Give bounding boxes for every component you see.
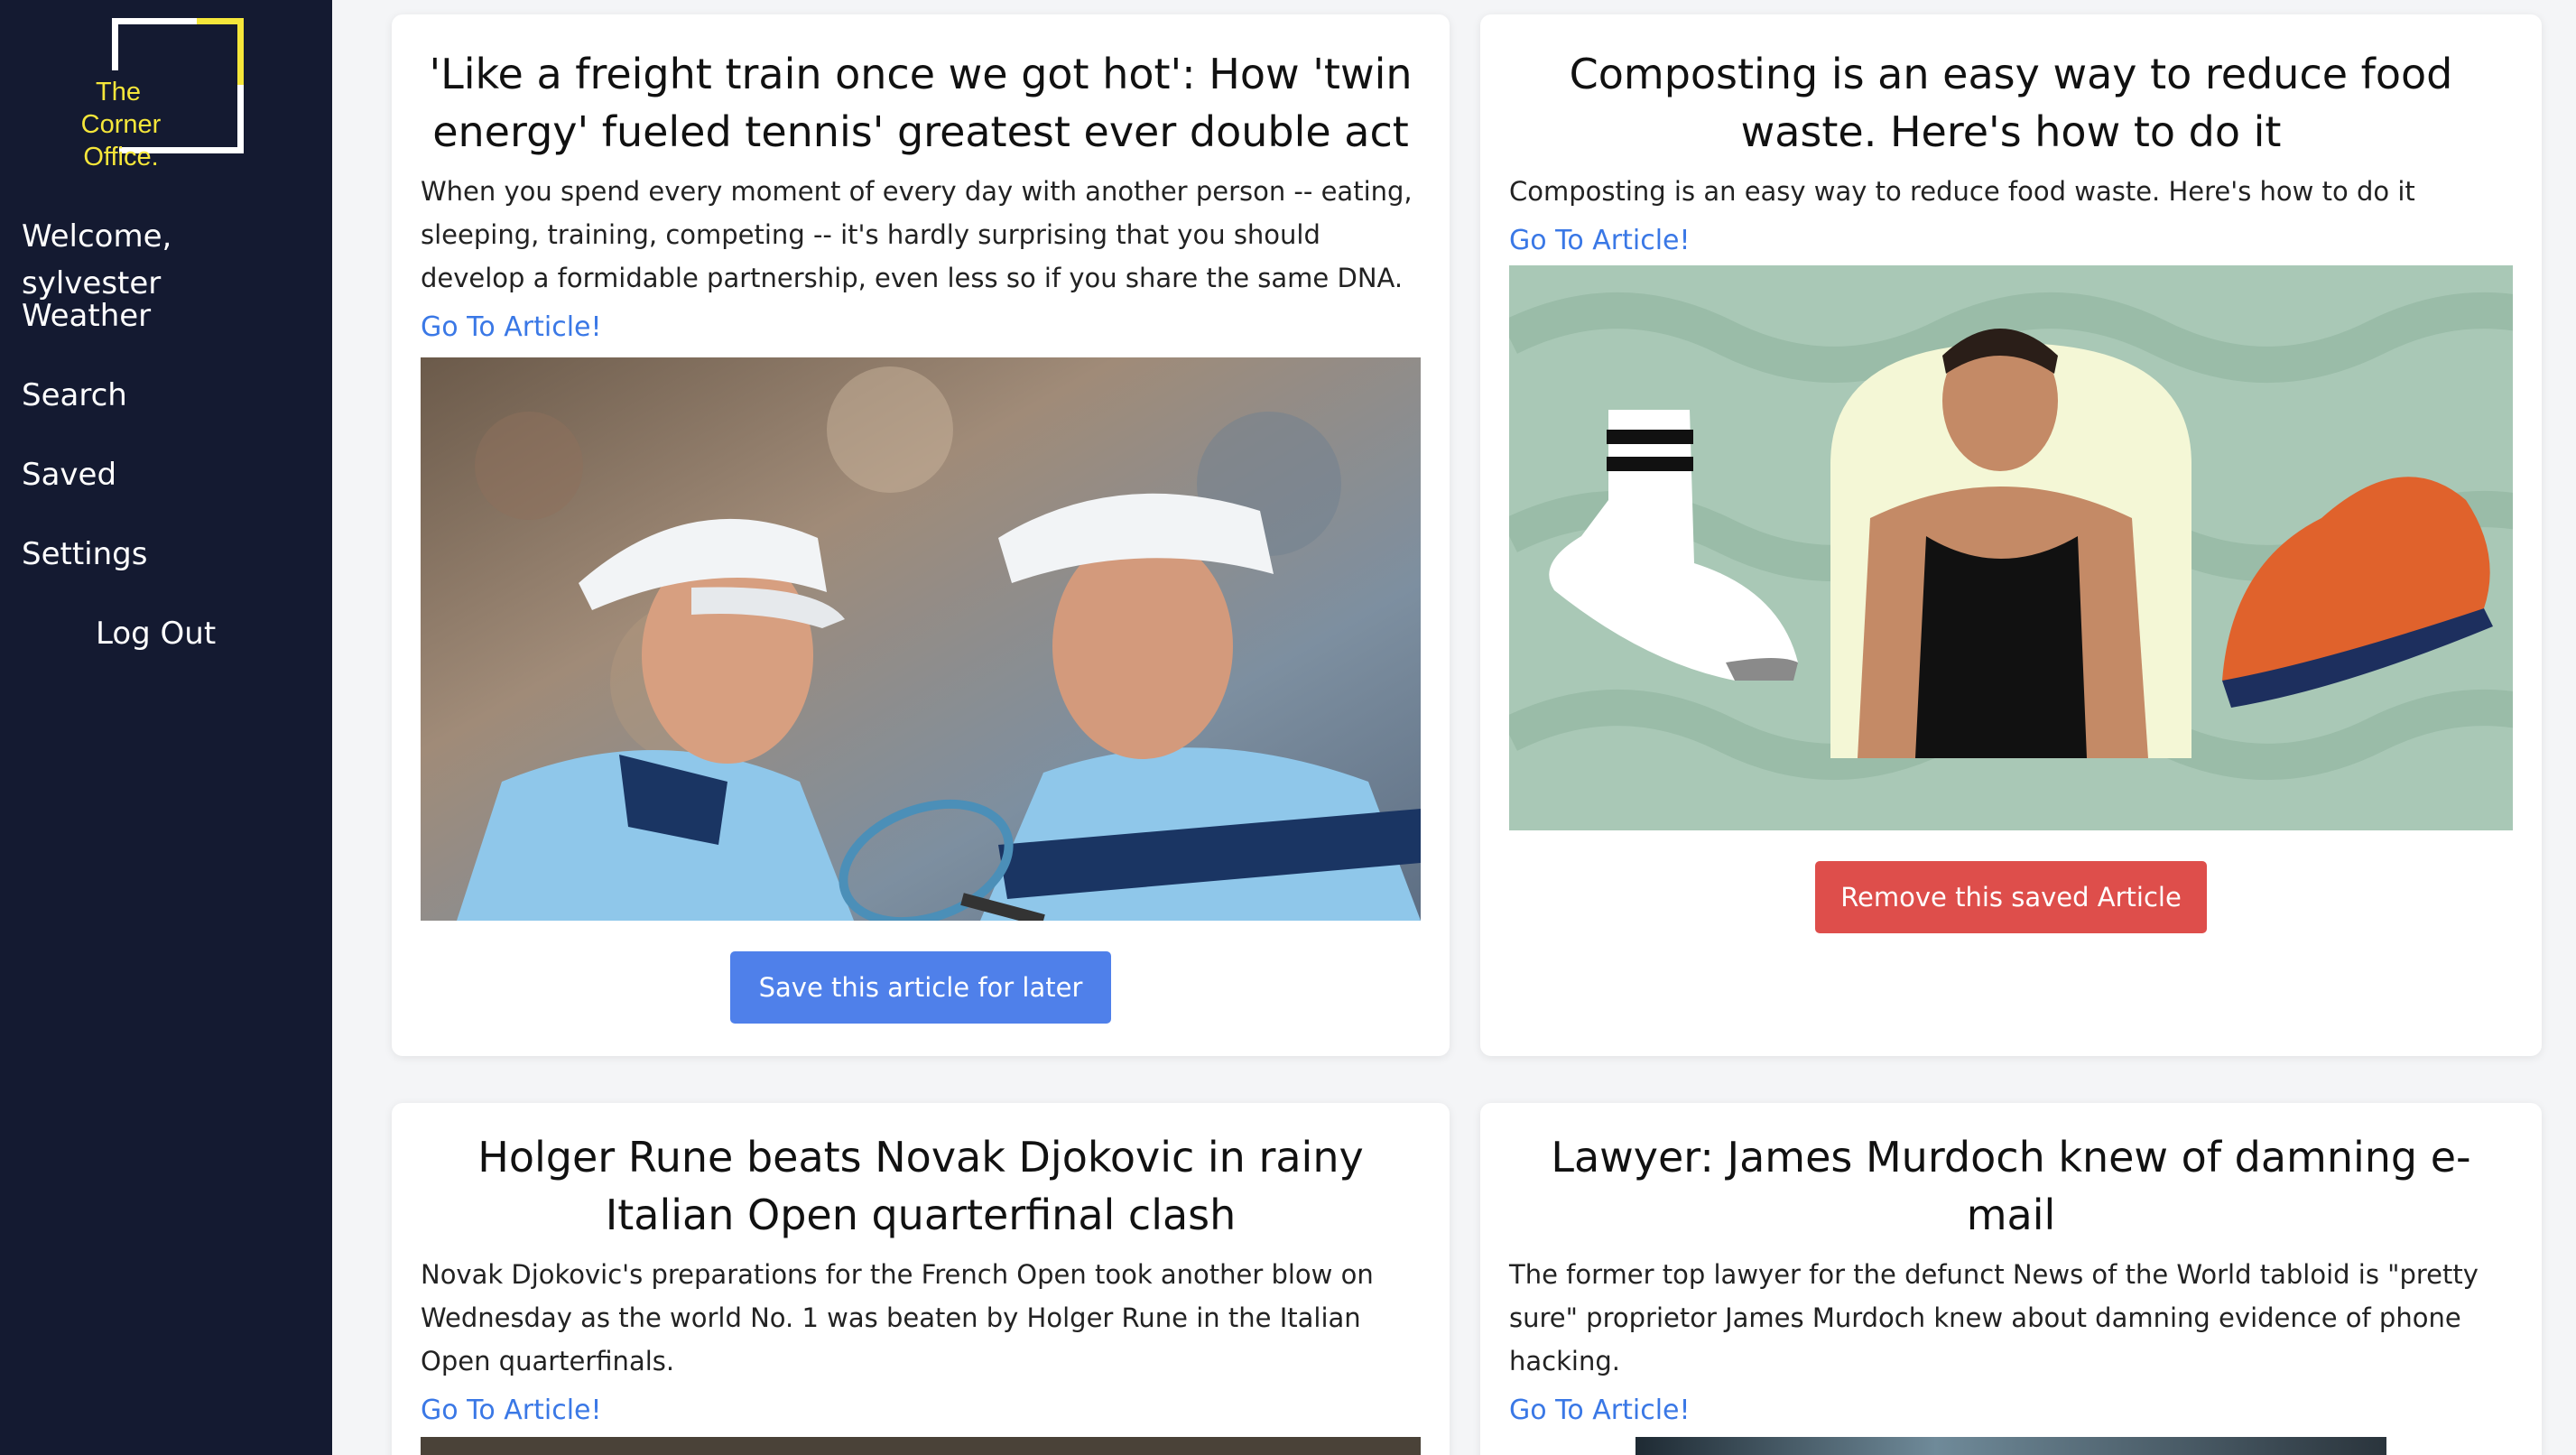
logo-text: The Corner Office. xyxy=(60,76,177,173)
logout-button[interactable]: Log Out xyxy=(22,610,320,690)
article-title: Holger Rune beats Novak Djokovic in rain… xyxy=(477,1133,1364,1239)
sidebar-item-search[interactable]: Search xyxy=(22,372,320,451)
sidebar-nav: Welcome, sylvester Weather Search Saved … xyxy=(22,213,320,690)
logo-accent-side xyxy=(237,18,244,85)
logo-text-line: Office. xyxy=(83,143,159,171)
article-image xyxy=(1635,1437,2386,1455)
logo-text-line: The xyxy=(96,78,141,107)
article-description: The former top lawyer for the defunct Ne… xyxy=(1509,1259,2479,1376)
sidebar-item-weather[interactable]: Weather xyxy=(22,292,320,372)
article-card: Composting is an easy way to reduce food… xyxy=(1480,14,2542,1056)
article-title: Composting is an easy way to reduce food… xyxy=(1569,50,2453,156)
article-title: 'Like a freight train once we got hot': … xyxy=(429,50,1413,156)
corner-office-logo[interactable]: The Corner Office. xyxy=(60,16,249,179)
article-card: Lawyer: James Murdoch knew of damning e-… xyxy=(1480,1103,2542,1455)
tennis-twins-image xyxy=(421,357,1421,921)
go-to-article-link[interactable]: Go To Article! xyxy=(421,1390,1421,1432)
go-to-article-link[interactable]: Go To Article! xyxy=(1509,220,2513,262)
sidebar-item-welcome[interactable]: Welcome, sylvester xyxy=(22,213,320,301)
sidebar: The Corner Office. Welcome, sylvester We… xyxy=(0,0,332,1455)
article-image xyxy=(421,357,1421,921)
article-card: Holger Rune beats Novak Djokovic in rain… xyxy=(392,1103,1450,1455)
article-card: 'Like a freight train once we got hot': … xyxy=(392,14,1450,1056)
article-description: Novak Djokovic's preparations for the Fr… xyxy=(421,1259,1374,1376)
article-description: Composting is an easy way to reduce food… xyxy=(1509,176,2415,207)
article-image xyxy=(421,1437,1421,1455)
logo-text-line: Corner xyxy=(80,110,162,139)
sidebar-item-settings[interactable]: Settings xyxy=(22,531,320,610)
article-title: Lawyer: James Murdoch knew of damning e-… xyxy=(1551,1133,2471,1239)
sidebar-item-saved[interactable]: Saved xyxy=(22,451,320,531)
go-to-article-link[interactable]: Go To Article! xyxy=(1509,1390,2513,1432)
remove-saved-article-button[interactable]: Remove this saved Article xyxy=(1815,861,2207,933)
article-description: When you spend every moment of every day… xyxy=(421,176,1413,293)
go-to-article-link[interactable]: Go To Article! xyxy=(421,307,1421,348)
save-article-button[interactable]: Save this article for later xyxy=(730,951,1111,1024)
product-collage-image xyxy=(1509,265,2513,830)
article-image xyxy=(1509,265,2513,830)
